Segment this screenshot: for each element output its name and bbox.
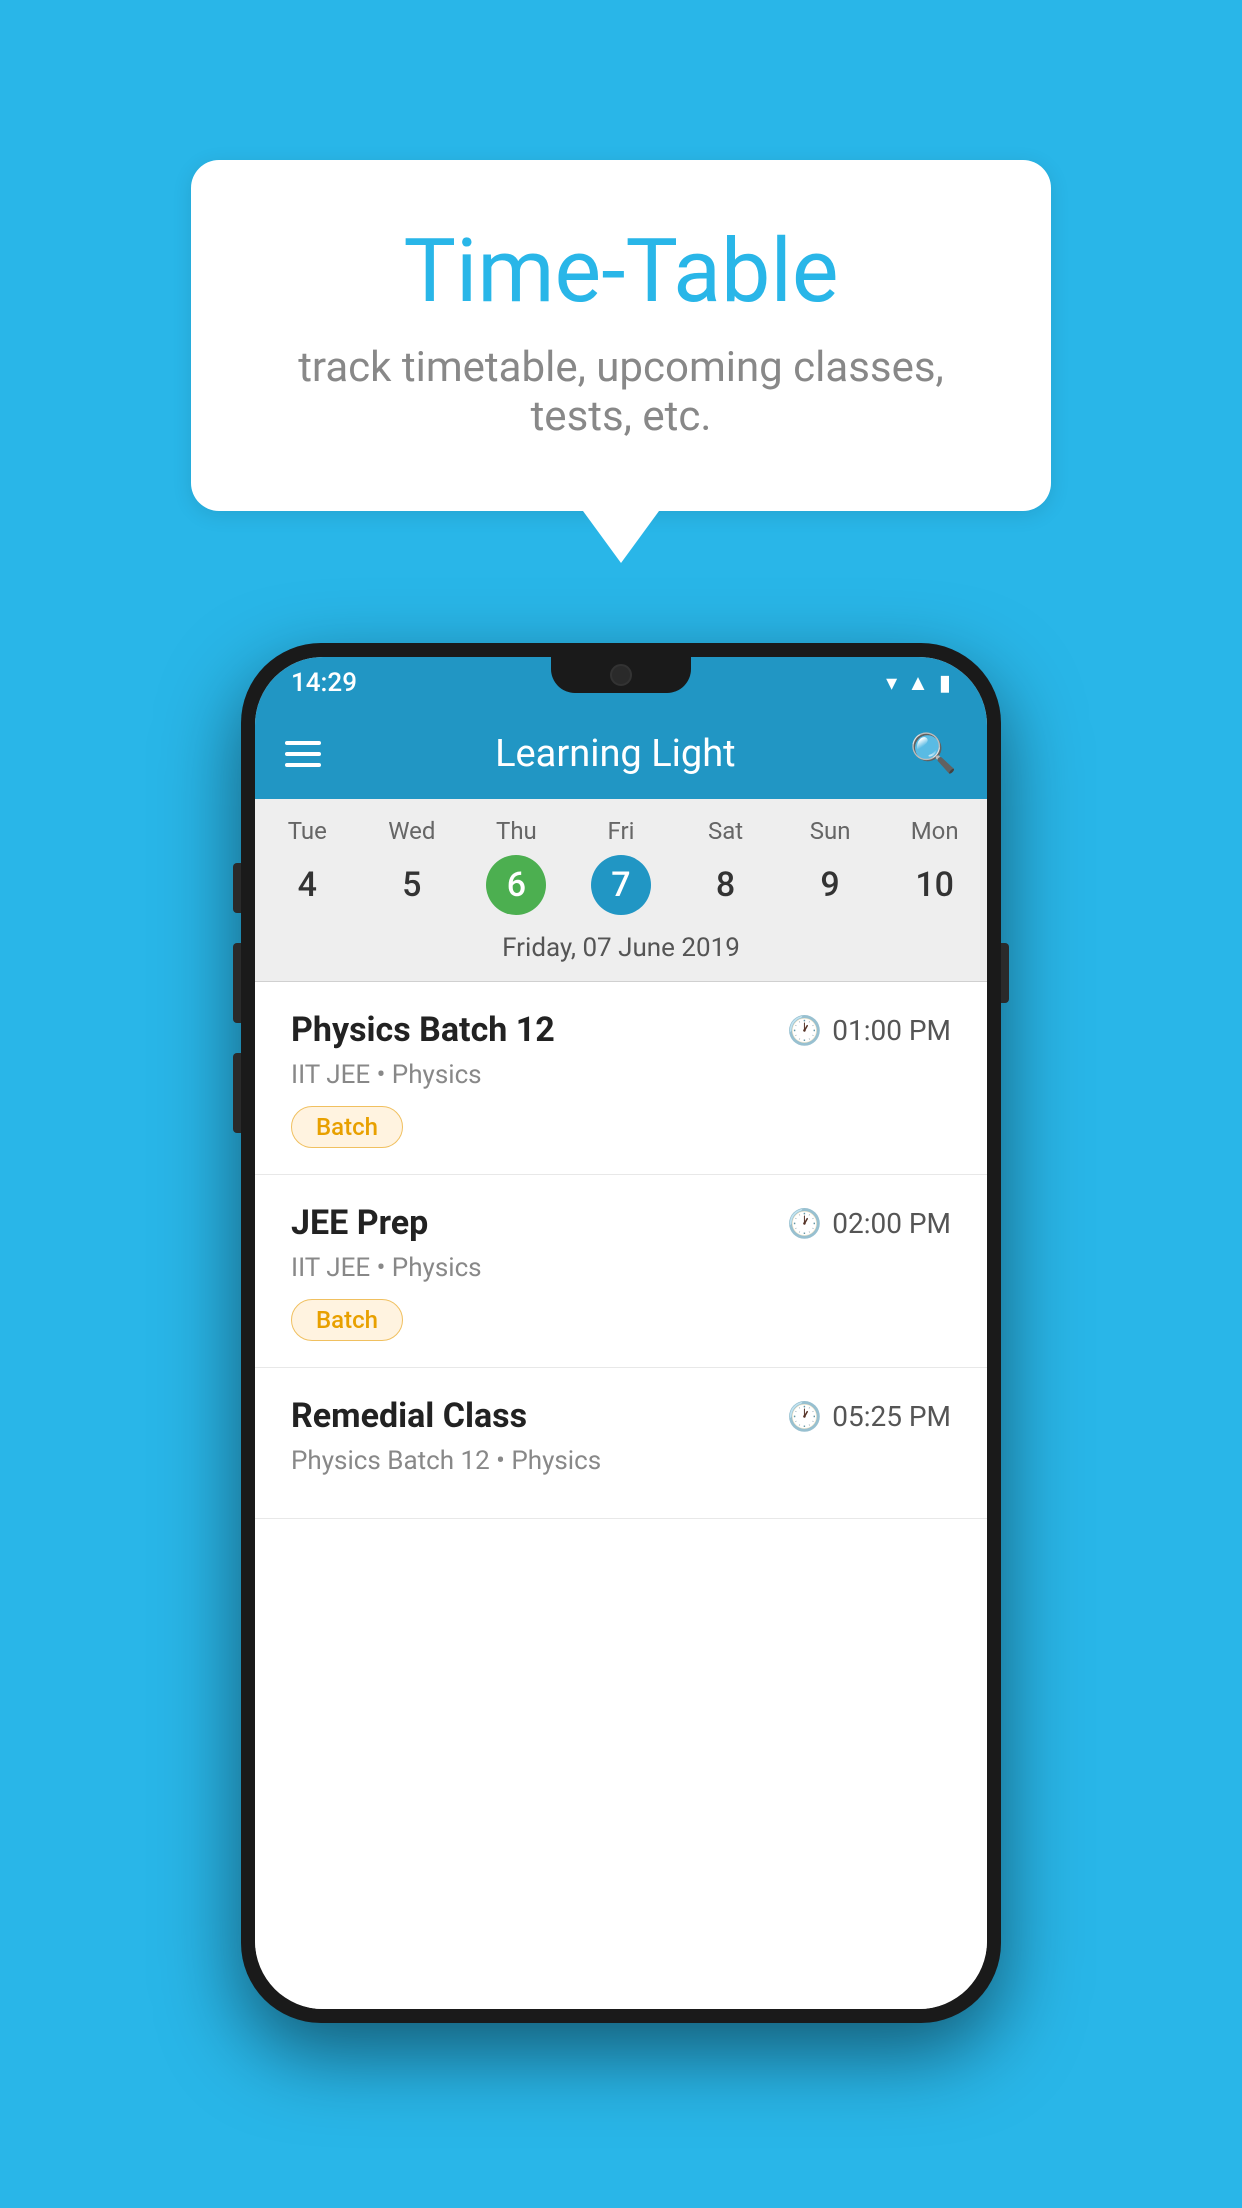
schedule-item-subtitle: IIT JEE • Physics (291, 1060, 951, 1090)
speech-bubble-wrapper: Time-Table track timetable, upcoming cla… (191, 160, 1051, 563)
batch-badge: Batch (291, 1106, 403, 1148)
schedule-item-title: Remedial Class (291, 1396, 527, 1436)
batch-badge: Batch (291, 1299, 403, 1341)
app-bar-title: Learning Light (321, 732, 910, 776)
day-name-label: Fri (608, 817, 635, 845)
clock-icon: 🕐 (787, 1207, 822, 1240)
clock-icon: 🕐 (787, 1400, 822, 1433)
day-name-label: Thu (496, 817, 537, 845)
day-number-label: 10 (905, 855, 965, 915)
calendar-day-sat[interactable]: Sat 8 (682, 817, 770, 915)
day-number-label: 9 (800, 855, 860, 915)
schedule-item-time: 🕐 02:00 PM (787, 1207, 951, 1240)
time-text: 02:00 PM (832, 1207, 951, 1240)
phone-camera (610, 664, 632, 686)
day-name-label: Wed (388, 817, 435, 845)
hamburger-line (285, 741, 321, 745)
calendar-day-mon[interactable]: Mon 10 (891, 817, 979, 915)
schedule-item-header: JEE Prep 🕐 02:00 PM (291, 1203, 951, 1243)
hamburger-menu-icon[interactable] (285, 741, 321, 767)
schedule-item-subtitle: IIT JEE • Physics (291, 1253, 951, 1283)
time-text: 01:00 PM (832, 1014, 951, 1047)
day-number-label: 5 (382, 855, 442, 915)
phone-notch (551, 657, 691, 693)
app-bar: Learning Light 🔍 (255, 709, 987, 799)
hamburger-line (285, 752, 321, 756)
speech-bubble-subtitle: track timetable, upcoming classes, tests… (271, 343, 971, 441)
phone-wrapper: 14:29 ▾ ▲ ▮ Learning Light 🔍 (241, 643, 1001, 2023)
schedule-list: Physics Batch 12 🕐 01:00 PM IIT JEE • Physi… (255, 982, 987, 2009)
day-name-label: Sat (708, 817, 743, 845)
day-number-label: 8 (696, 855, 756, 915)
calendar-day-sun[interactable]: Sun 9 (786, 817, 874, 915)
phone-mockup: 14:29 ▾ ▲ ▮ Learning Light 🔍 (241, 643, 1001, 2023)
clock-icon: 🕐 (787, 1014, 822, 1047)
phone-side-btn-right (1001, 943, 1009, 1003)
phone-screen: 14:29 ▾ ▲ ▮ Learning Light 🔍 (255, 657, 987, 2009)
speech-bubble-title: Time-Table (271, 220, 971, 323)
schedule-item-header: Remedial Class 🕐 05:25 PM (291, 1396, 951, 1436)
phone-side-btn-left2 (233, 943, 241, 1023)
schedule-item-title: Physics Batch 12 (291, 1010, 555, 1050)
calendar-day-wed[interactable]: Wed 5 (368, 817, 456, 915)
day-name-label: Mon (911, 817, 959, 845)
time-text: 05:25 PM (832, 1400, 951, 1433)
schedule-item-0[interactable]: Physics Batch 12 🕐 01:00 PM IIT JEE • Physi… (255, 982, 987, 1175)
calendar-day-fri[interactable]: Fri 7 (577, 817, 665, 915)
hamburger-line (285, 763, 321, 767)
calendar-days-row: Tue 4 Wed 5 Thu 6 Fri 7 Sat 8 Sun 9 Mon 10 (255, 799, 987, 923)
battery-icon: ▮ (939, 671, 951, 696)
status-time: 14:29 (291, 668, 357, 698)
day-number-label: 4 (277, 855, 337, 915)
calendar-date-label: Friday, 07 June 2019 (255, 923, 987, 981)
schedule-item-time: 🕐 05:25 PM (787, 1400, 951, 1433)
signal-icon: ▲ (907, 670, 929, 696)
calendar-day-tue[interactable]: Tue 4 (263, 817, 351, 915)
search-icon[interactable]: 🔍 (910, 732, 957, 776)
wifi-icon: ▾ (886, 671, 897, 696)
status-icons: ▾ ▲ ▮ (886, 670, 951, 696)
speech-bubble: Time-Table track timetable, upcoming cla… (191, 160, 1051, 511)
phone-side-btn-left1 (233, 863, 241, 913)
schedule-item-header: Physics Batch 12 🕐 01:00 PM (291, 1010, 951, 1050)
day-number-label: 6 (486, 855, 546, 915)
phone-side-btn-left3 (233, 1053, 241, 1133)
day-name-label: Tue (288, 817, 327, 845)
day-number-label: 7 (591, 855, 651, 915)
calendar-section: Tue 4 Wed 5 Thu 6 Fri 7 Sat 8 Sun 9 Mon 10 Friday, 07… (255, 799, 987, 981)
schedule-item-subtitle: Physics Batch 12 • Physics (291, 1446, 951, 1476)
schedule-item-title: JEE Prep (291, 1203, 428, 1243)
schedule-item-1[interactable]: JEE Prep 🕐 02:00 PM IIT JEE • Physics Batch (255, 1175, 987, 1368)
speech-bubble-arrow (583, 511, 659, 563)
day-name-label: Sun (810, 817, 851, 845)
schedule-item-2[interactable]: Remedial Class 🕐 05:25 PM Physics Batch 12 … (255, 1368, 987, 1519)
schedule-item-time: 🕐 01:00 PM (787, 1014, 951, 1047)
calendar-day-thu[interactable]: Thu 6 (472, 817, 560, 915)
